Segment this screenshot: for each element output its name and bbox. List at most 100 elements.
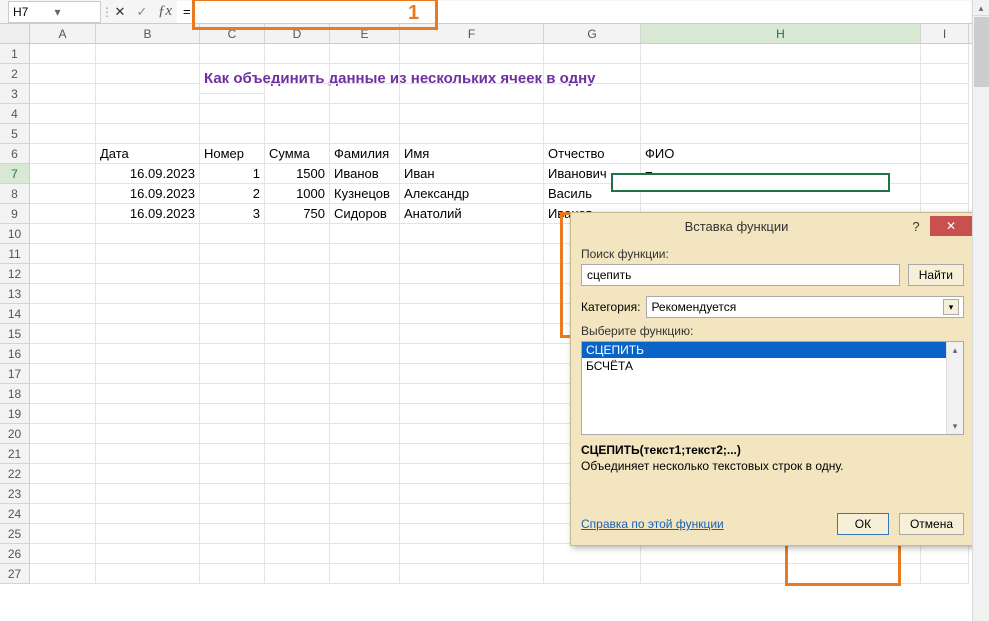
cell-active[interactable]: = (641, 164, 921, 184)
scroll-up-icon[interactable]: ▴ (973, 0, 989, 16)
cell[interactable]: Александр (400, 184, 544, 204)
row-header[interactable]: 4 (0, 104, 30, 124)
close-icon[interactable]: ✕ (930, 216, 972, 236)
col-header-C[interactable]: C (200, 24, 265, 43)
row-header[interactable]: 22 (0, 464, 30, 484)
cell[interactable]: Иванов (330, 164, 400, 184)
select-function-label: Выберите функцию: (581, 324, 964, 338)
cell[interactable]: 2 (200, 184, 265, 204)
row-header[interactable]: 3 (0, 84, 30, 104)
scroll-thumb[interactable] (974, 17, 989, 87)
search-label: Поиск функции: (581, 247, 964, 261)
sheet-title (200, 44, 265, 64)
cancel-button[interactable]: Отмена (899, 513, 964, 535)
cell[interactable]: Кузнецов (330, 184, 400, 204)
category-value: Рекомендуется (651, 300, 736, 314)
row-header[interactable]: 20 (0, 424, 30, 444)
row-header[interactable]: 13 (0, 284, 30, 304)
hdr-sum[interactable]: Сумма (265, 144, 330, 164)
category-label: Категория: (581, 300, 640, 314)
function-help-link[interactable]: Справка по этой функции (581, 517, 827, 531)
name-box-dropdown-icon[interactable]: ▾ (55, 5, 97, 19)
row-header[interactable]: 19 (0, 404, 30, 424)
col-header-F[interactable]: F (400, 24, 544, 43)
hdr-lastname[interactable]: Фамилия (330, 144, 400, 164)
row-header[interactable]: 6 (0, 144, 30, 164)
row-header[interactable]: 15 (0, 324, 30, 344)
hdr-patronymic[interactable]: Отчество (544, 144, 641, 164)
fx-icon[interactable]: ƒx (153, 3, 177, 20)
category-select[interactable]: Рекомендуется ▾ (646, 296, 964, 318)
row-header[interactable]: 12 (0, 264, 30, 284)
col-header-E[interactable]: E (330, 24, 400, 43)
function-search-input[interactable] (581, 264, 900, 286)
insert-function-dialog: Вставка функции ? ✕ Поиск функции: Найти… (570, 212, 975, 546)
row-header[interactable]: 24 (0, 504, 30, 524)
row-header[interactable]: 18 (0, 384, 30, 404)
dialog-help-button[interactable]: ? (902, 219, 930, 234)
name-box[interactable]: H7 ▾ (8, 1, 101, 23)
row-header[interactable]: 16 (0, 344, 30, 364)
hdr-number[interactable]: Номер (200, 144, 265, 164)
listbox-scrollbar[interactable]: ▴ ▾ (946, 342, 963, 434)
cell[interactable]: 1500 (265, 164, 330, 184)
chevron-down-icon: ▾ (943, 299, 959, 315)
cell[interactable]: Иванович (544, 164, 641, 184)
row-header[interactable]: 14 (0, 304, 30, 324)
cell[interactable]: Василь (544, 184, 641, 204)
row-header[interactable]: 8 (0, 184, 30, 204)
confirm-icon[interactable]: ✓ (131, 1, 153, 23)
col-header-I[interactable]: I (921, 24, 969, 43)
row-header[interactable]: 27 (0, 564, 30, 584)
cancel-icon[interactable]: ✕ (109, 1, 131, 23)
formula-input[interactable] (177, 1, 971, 23)
row-header[interactable]: 23 (0, 484, 30, 504)
ok-button[interactable]: ОК (837, 513, 889, 535)
row-header[interactable]: 11 (0, 244, 30, 264)
cell[interactable]: 1000 (265, 184, 330, 204)
select-all-corner[interactable] (0, 24, 30, 43)
function-item[interactable]: СЦЕПИТЬ (582, 342, 946, 358)
function-item[interactable]: БСЧЁТА (582, 358, 946, 374)
cell[interactable] (641, 184, 921, 204)
row-header[interactable]: 9 (0, 204, 30, 224)
row-header[interactable]: 25 (0, 524, 30, 544)
cell[interactable]: 16.09.2023 (96, 184, 200, 204)
row-header[interactable]: 5 (0, 124, 30, 144)
scroll-up-icon[interactable]: ▴ (947, 342, 963, 358)
find-button[interactable]: Найти (908, 264, 964, 286)
separator: ⋮ (101, 5, 109, 19)
function-listbox[interactable]: СЦЕПИТЬ БСЧЁТА ▴ ▾ (581, 341, 964, 435)
col-header-D[interactable]: D (265, 24, 330, 43)
cell[interactable]: 750 (265, 204, 330, 224)
column-headers: A B C D E F G H I (0, 24, 989, 44)
function-description: Объединяет несколько текстовых строк в о… (581, 459, 964, 473)
cell[interactable]: Анатолий (400, 204, 544, 224)
hdr-firstname[interactable]: Имя (400, 144, 544, 164)
cell[interactable]: 3 (200, 204, 265, 224)
hdr-date[interactable]: Дата (96, 144, 200, 164)
row-header[interactable]: 1 (0, 44, 30, 64)
scroll-down-icon[interactable]: ▾ (947, 418, 963, 434)
row-header[interactable]: 21 (0, 444, 30, 464)
cell[interactable]: 16.09.2023 (96, 164, 200, 184)
col-header-B[interactable]: B (96, 24, 200, 43)
formula-bar: H7 ▾ ⋮ ✕ ✓ ƒx ⌄ (0, 0, 989, 24)
vertical-scrollbar[interactable]: ▴ (972, 0, 989, 621)
dialog-titlebar[interactable]: Вставка функции ? ✕ (571, 213, 974, 239)
name-box-value: H7 (13, 5, 55, 19)
col-header-A[interactable]: A (30, 24, 96, 43)
function-signature: СЦЕПИТЬ(текст1;текст2;...) (581, 443, 964, 457)
col-header-G[interactable]: G (544, 24, 641, 43)
cell[interactable]: 1 (200, 164, 265, 184)
cell[interactable]: Иван (400, 164, 544, 184)
hdr-fio[interactable]: ФИО (641, 144, 921, 164)
col-header-H[interactable]: H (641, 24, 921, 43)
row-header[interactable]: 7 (0, 164, 30, 184)
row-header[interactable]: 26 (0, 544, 30, 564)
row-header[interactable]: 2 (0, 64, 30, 84)
cell[interactable]: 16.09.2023 (96, 204, 200, 224)
cell[interactable]: Сидоров (330, 204, 400, 224)
row-header[interactable]: 10 (0, 224, 30, 244)
row-header[interactable]: 17 (0, 364, 30, 384)
